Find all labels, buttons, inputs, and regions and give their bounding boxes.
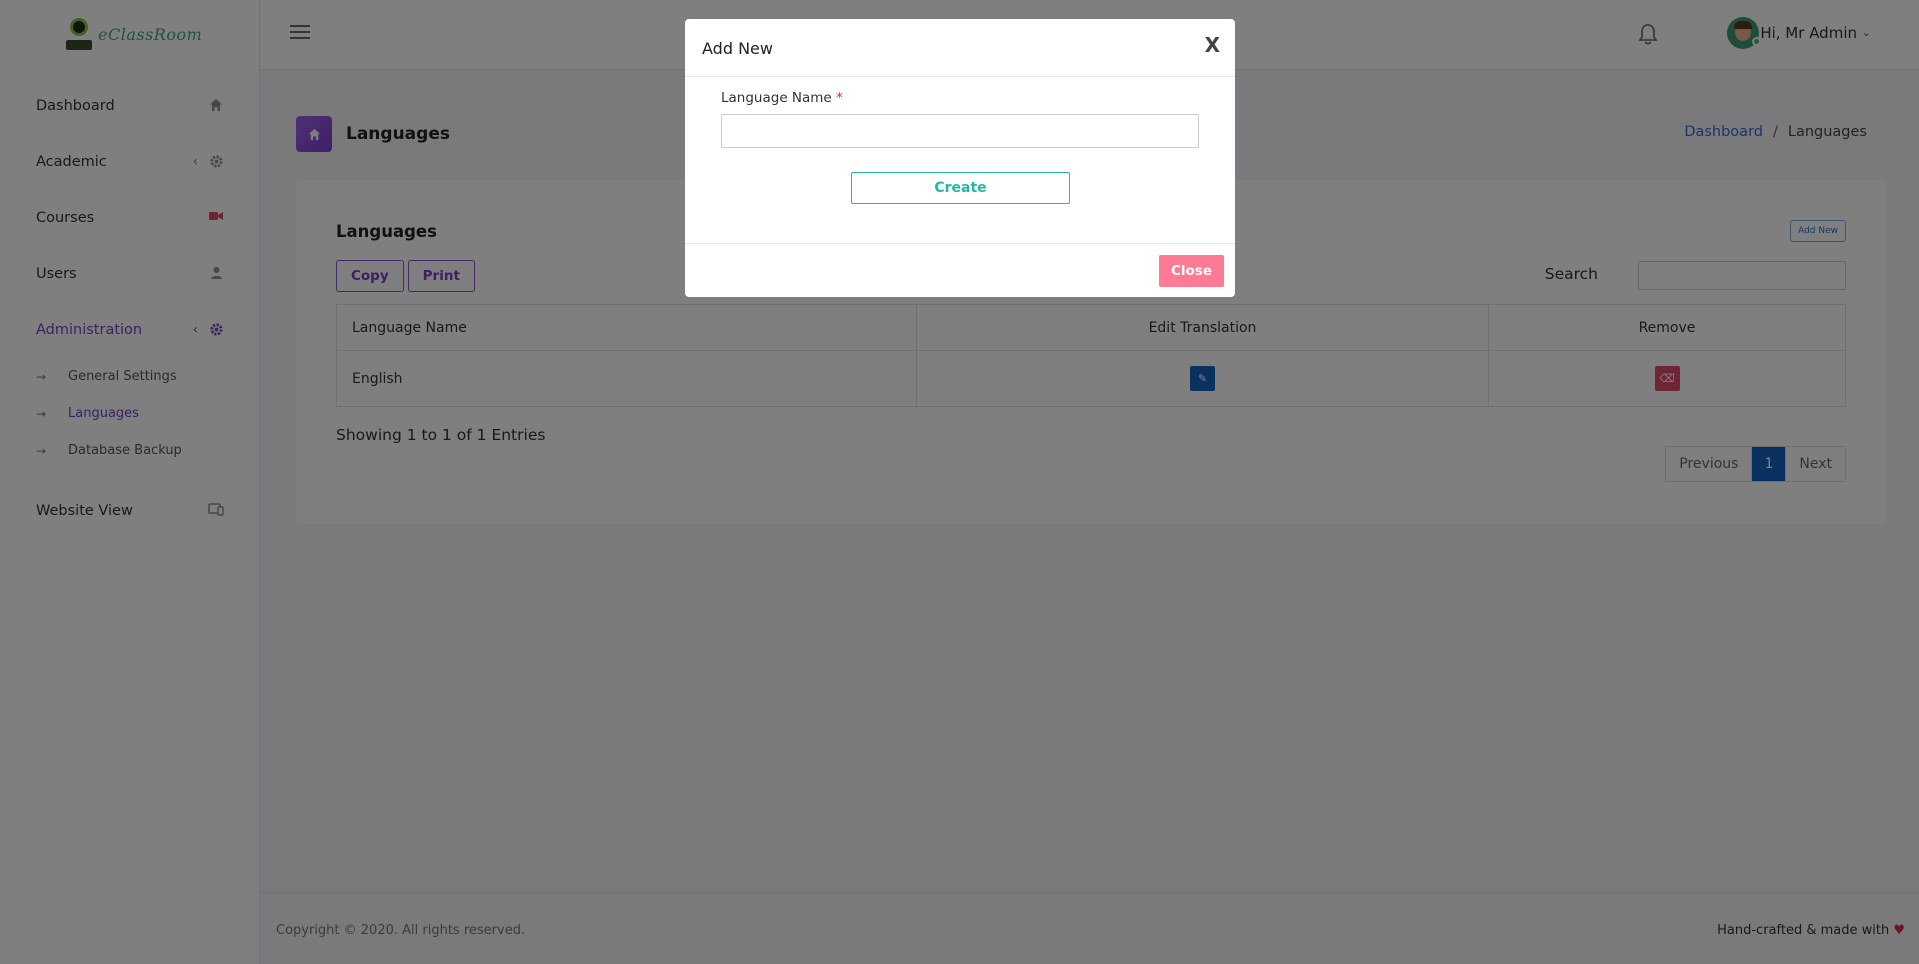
field-label-text: Language Name — [721, 90, 832, 106]
close-icon[interactable]: X — [1205, 33, 1220, 57]
language-name-label: Language Name * — [721, 90, 843, 106]
required-mark: * — [836, 90, 843, 106]
add-new-modal: Add New X Language Name * Create Close — [685, 19, 1235, 297]
create-button[interactable]: Create — [851, 172, 1070, 204]
modal-footer: Close — [685, 243, 1235, 297]
modal-title: Add New — [702, 39, 773, 58]
language-name-input[interactable] — [721, 114, 1199, 148]
modal-header: Add New X — [685, 19, 1235, 77]
close-button[interactable]: Close — [1159, 255, 1224, 287]
